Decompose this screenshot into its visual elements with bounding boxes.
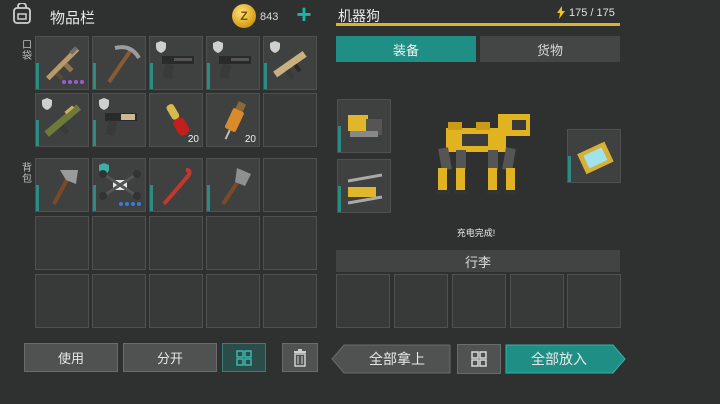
put-all-button[interactable]: 全部放入 bbox=[505, 344, 613, 374]
grid-icon bbox=[236, 349, 252, 366]
durability-bar bbox=[93, 63, 96, 89]
slot-ammo[interactable]: 20 bbox=[149, 93, 203, 147]
trash-button[interactable] bbox=[282, 343, 318, 372]
slot-empty[interactable] bbox=[35, 216, 89, 270]
slot-empty[interactable] bbox=[92, 274, 146, 328]
robot-dog-image bbox=[436, 114, 530, 194]
luggage-slot[interactable] bbox=[394, 274, 448, 328]
slot-empty[interactable] bbox=[149, 216, 203, 270]
equip-slot-battery[interactable] bbox=[567, 129, 621, 183]
add-coins-button[interactable]: + bbox=[292, 1, 316, 27]
slot-empty[interactable] bbox=[263, 93, 317, 147]
durability-bar bbox=[264, 63, 267, 89]
slot-empty[interactable] bbox=[206, 216, 260, 270]
luggage-slot[interactable] bbox=[567, 274, 621, 328]
coin-count: 843 bbox=[260, 11, 279, 23]
battery-icon bbox=[577, 141, 614, 175]
slot-pistol-1[interactable] bbox=[149, 36, 203, 90]
luggage-slot[interactable] bbox=[336, 274, 390, 328]
durability-bar bbox=[93, 120, 96, 146]
grenade-launcher-icon bbox=[44, 104, 82, 137]
luggage-header: 行李 bbox=[336, 250, 620, 272]
slot-empty[interactable] bbox=[263, 216, 317, 270]
robot-module-icon bbox=[348, 115, 382, 137]
slot-drone[interactable] bbox=[92, 158, 146, 212]
slot-shovel[interactable] bbox=[206, 158, 260, 212]
durability-bar bbox=[36, 63, 39, 89]
hatchet-icon bbox=[52, 170, 78, 205]
durability-bar bbox=[338, 126, 341, 152]
energy-readout: 175 / 175 bbox=[556, 6, 615, 19]
sort-grid-button[interactable] bbox=[222, 343, 266, 372]
slot-launcher[interactable] bbox=[35, 93, 89, 147]
durability-bar bbox=[36, 120, 39, 146]
item-quantity: 20 bbox=[244, 134, 256, 145]
quality-dots bbox=[62, 80, 84, 84]
slot-empty[interactable] bbox=[149, 274, 203, 328]
slot-pistol-2[interactable] bbox=[206, 36, 260, 90]
backpack-icon bbox=[13, 3, 31, 24]
slot-empty[interactable] bbox=[35, 274, 89, 328]
trash-icon bbox=[294, 348, 306, 367]
durability-bar bbox=[150, 63, 153, 89]
slot-empty[interactable] bbox=[206, 274, 260, 328]
slot-syringe[interactable]: 20 bbox=[206, 93, 260, 147]
pistol-icon bbox=[105, 113, 137, 136]
quality-dots bbox=[119, 202, 141, 206]
grid-icon bbox=[471, 351, 487, 367]
split-button[interactable]: 分开 bbox=[123, 343, 217, 372]
slot-pickaxe[interactable] bbox=[92, 36, 146, 90]
inventory-title: 物品栏 bbox=[50, 10, 96, 27]
item-quantity: 20 bbox=[187, 134, 199, 145]
energy-value: 175 / 175 bbox=[569, 6, 615, 19]
durability-bar bbox=[338, 186, 341, 212]
equip-slot-head[interactable] bbox=[337, 99, 391, 153]
durability-bar bbox=[207, 63, 210, 89]
inventory-header: 物品栏 Z 843 + bbox=[0, 0, 330, 32]
luggage-slot[interactable] bbox=[510, 274, 564, 328]
pockets-label: 口袋 bbox=[22, 40, 32, 62]
use-button[interactable]: 使用 bbox=[24, 343, 118, 372]
slot-pistol-3[interactable] bbox=[92, 93, 146, 147]
slot-smg[interactable] bbox=[263, 36, 317, 90]
shovel-icon bbox=[221, 168, 251, 206]
smg-icon bbox=[273, 50, 307, 80]
durability-bar bbox=[150, 185, 153, 211]
backpack-label: 背包 bbox=[22, 163, 32, 185]
slot-empty[interactable] bbox=[263, 274, 317, 328]
durability-bar bbox=[36, 185, 39, 211]
crowbar-icon bbox=[162, 168, 192, 206]
pistol-icon bbox=[219, 56, 251, 79]
luggage-slot[interactable] bbox=[452, 274, 506, 328]
lightning-icon bbox=[557, 6, 565, 19]
slot-empty[interactable] bbox=[92, 216, 146, 270]
slot-empty[interactable] bbox=[263, 158, 317, 212]
tab-cargo[interactable]: 货物 bbox=[480, 36, 620, 62]
durability-bar bbox=[207, 185, 210, 211]
slot-rifle[interactable] bbox=[35, 36, 89, 90]
durability-bar bbox=[568, 156, 571, 182]
energy-bar bbox=[336, 23, 620, 26]
tab-equipment[interactable]: 装备 bbox=[336, 36, 476, 62]
equip-slot-body[interactable] bbox=[337, 159, 391, 213]
robot-armor-icon bbox=[347, 173, 383, 205]
take-all-button[interactable]: 全部拿上 bbox=[344, 344, 450, 374]
coin-icon: Z bbox=[232, 4, 256, 28]
durability-bar bbox=[93, 185, 96, 211]
pistol-icon bbox=[162, 56, 194, 79]
charge-status: 充电完成! bbox=[456, 228, 496, 238]
slot-crowbar[interactable] bbox=[149, 158, 203, 212]
pickaxe-icon bbox=[107, 45, 141, 84]
robot-sort-grid-button[interactable] bbox=[457, 344, 501, 374]
slot-hatchet[interactable] bbox=[35, 158, 89, 212]
